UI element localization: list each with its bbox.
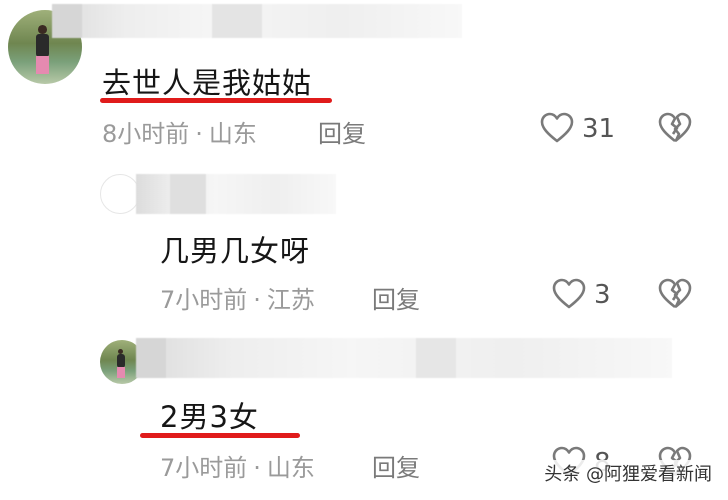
meta-separator: · [195, 120, 203, 148]
reply-button[interactable]: 回复 [372, 448, 420, 483]
meta-separator: · [253, 286, 261, 314]
comment-time: 7小时前 [160, 286, 248, 314]
comment-meta: 7小时前 · 山东 [160, 448, 315, 483]
watermark: 头条 @阿狸爱看新闻 [542, 460, 714, 486]
heart-outline-icon[interactable] [540, 112, 574, 144]
comment-meta: 8小时前 · 山东 [102, 114, 257, 149]
red-underline [100, 98, 332, 103]
reply-button[interactable]: 回复 [372, 280, 420, 315]
comment-meta: 7小时前 · 江苏 [160, 280, 315, 315]
comment-thread: 去世人是我姑姑 8小时前 · 山东 回复 31 几男几女呀 7小时前 · 江苏 回复 3 [0, 0, 728, 500]
comment-text: 2男3女 [160, 400, 259, 434]
comment-location: 江苏 [266, 286, 315, 314]
heart-outline-icon[interactable] [552, 278, 586, 310]
comment-time: 8小时前 [102, 120, 190, 148]
comment-text: 几男几女呀 [160, 234, 311, 268]
broken-heart-icon[interactable] [658, 278, 692, 310]
username-redacted[interactable] [136, 174, 336, 214]
comment-time: 7小时前 [160, 454, 248, 482]
like-count: 31 [582, 114, 616, 144]
comment-location: 山东 [208, 120, 257, 148]
username-redacted[interactable] [136, 338, 672, 378]
meta-separator: · [253, 454, 261, 482]
comment-item: 去世人是我姑姑 8小时前 · 山东 回复 31 [0, 0, 728, 160]
reply-button[interactable]: 回复 [318, 114, 366, 149]
like-count: 3 [594, 280, 611, 310]
avatar[interactable] [100, 174, 140, 214]
username-redacted[interactable] [52, 4, 462, 38]
red-underline [140, 433, 300, 438]
comment-location: 山东 [266, 454, 315, 482]
broken-heart-icon[interactable] [658, 112, 692, 144]
comment-text: 去世人是我姑姑 [102, 66, 313, 100]
comment-item: 几男几女呀 7小时前 · 江苏 回复 3 [0, 160, 728, 330]
